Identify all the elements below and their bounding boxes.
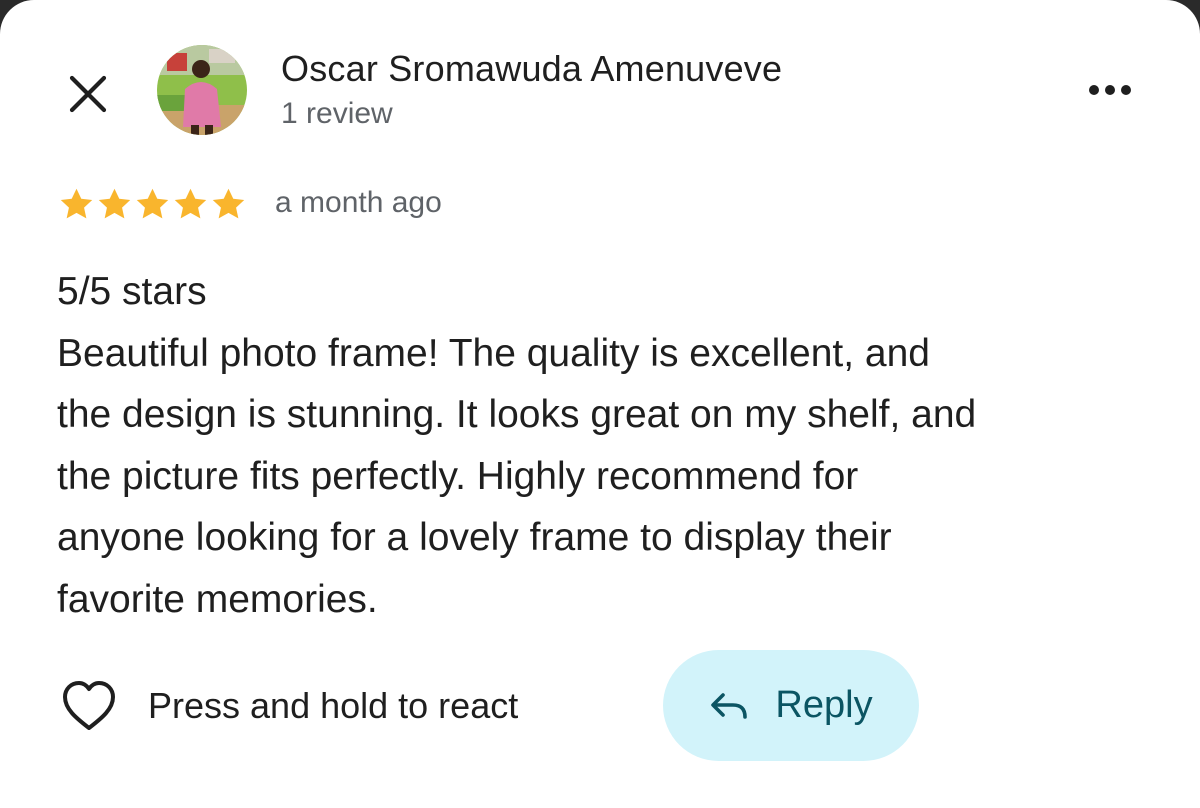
heart-outline-icon [63, 681, 115, 730]
react-label: Press and hold to react [148, 685, 519, 726]
avatar[interactable] [157, 45, 247, 135]
review-text-line: the picture fits perfectly. Highly recom… [57, 454, 859, 498]
star-icon [136, 188, 169, 218]
reply-label: Reply [775, 684, 873, 726]
review-text-line: 5/5 stars [57, 270, 207, 313]
react-button[interactable]: Press and hold to react [58, 676, 518, 736]
reviewer-name[interactable]: Oscar Sromawuda Amenuveve [281, 48, 782, 90]
star-icon [60, 188, 93, 218]
review-text: 5/5 stars Beautiful photo frame! The qual… [57, 261, 1167, 630]
review-sheet: Oscar Sromawuda Amenuveve 1 review a mon… [0, 0, 1200, 808]
review-text-line: favorite memories. [57, 577, 378, 621]
reviewer-review-count[interactable]: 1 review [281, 97, 393, 131]
reply-button[interactable]: Reply [663, 650, 919, 761]
star-rating [58, 184, 248, 224]
review-time: a month ago [275, 186, 442, 219]
review-text-line: the design is stunning. It looks great o… [57, 393, 977, 436]
close-icon [69, 75, 107, 113]
more-horizontal-icon [1089, 85, 1131, 95]
close-button[interactable] [66, 72, 110, 116]
star-icon [212, 188, 245, 218]
star-icon [98, 188, 131, 218]
avatar-photo [157, 45, 247, 135]
review-text-line: Beautiful photo frame! The quality is ex… [57, 331, 930, 375]
reply-arrow-icon [711, 692, 748, 719]
more-options-button[interactable] [1082, 70, 1138, 110]
review-text-line: anyone looking for a lovely frame to dis… [57, 516, 892, 559]
star-icon [174, 188, 207, 218]
